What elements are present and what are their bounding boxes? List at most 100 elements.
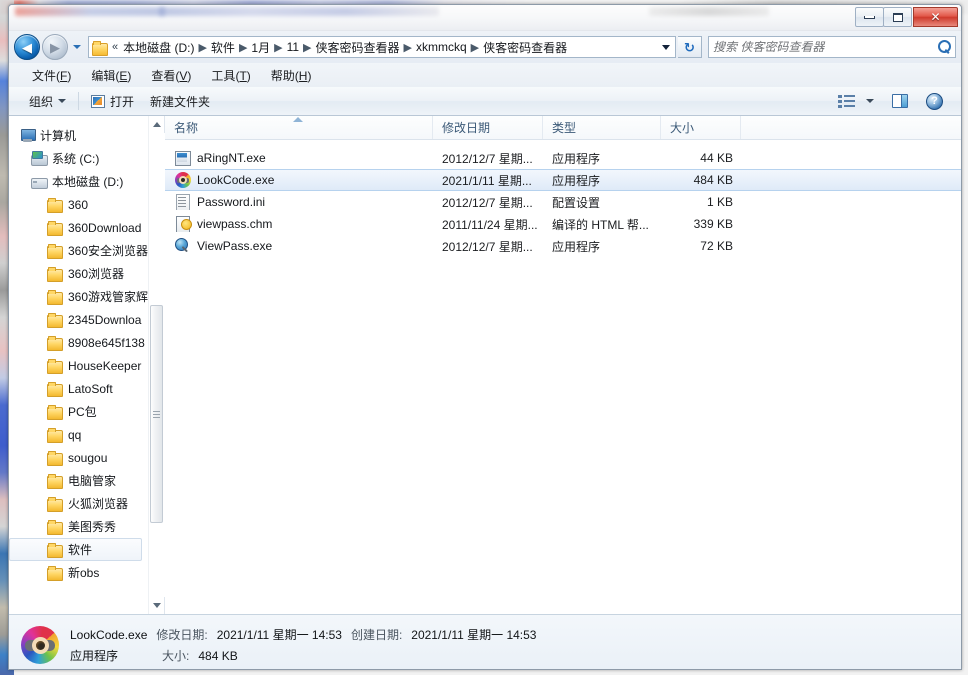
sidebar-item-6[interactable]: 360浏览器: [9, 262, 148, 285]
sidebar-item-label: 软件: [68, 543, 93, 557]
back-button[interactable]: ◀: [14, 34, 40, 60]
table-row[interactable]: ViewPass.exe 2012/12/7 星期... 应用程序 72 KB: [165, 235, 961, 257]
details-status-bar: LookCode.exe 修改日期: 2021/1/11 星期一 14:53 创…: [9, 614, 961, 669]
breadcrumb-separator-icon: ▶: [303, 41, 312, 54]
titlebar-background-blur-3: [649, 7, 769, 16]
colorful-eye-icon: [21, 626, 59, 664]
breadcrumb-segment[interactable]: xkmmckq: [416, 40, 467, 54]
scroll-down-button[interactable]: [149, 597, 165, 614]
sidebar-item-7[interactable]: 360游戏管家辉: [9, 285, 148, 308]
breadcrumb-segment[interactable]: 软件: [211, 39, 235, 56]
sidebar-item-4[interactable]: 360Download: [9, 216, 148, 239]
grip-icon: [152, 410, 160, 418]
command-separator: [78, 92, 80, 110]
cell-name: aRingNT.exe: [165, 150, 433, 166]
navigation-tree: 计算机 系统 (C:) 本地磁盘 (D:) 360 360Download 360安全浏览…: [9, 116, 148, 614]
sidebar-item-label: PC包: [68, 405, 97, 419]
column-header-name[interactable]: 名称: [165, 116, 433, 139]
forward-button[interactable]: ▶: [42, 34, 68, 60]
breadcrumb-overflow-icon[interactable]: «: [112, 41, 118, 53]
sort-ascending-icon: [293, 117, 303, 122]
sidebar-item-12[interactable]: PC包: [9, 400, 148, 423]
navigation-scrollbar[interactable]: [148, 116, 165, 614]
sidebar-item-5[interactable]: 360安全浏览器: [9, 239, 148, 262]
cell-date-label: 2012/12/7 星期...: [442, 239, 533, 254]
search-box[interactable]: [708, 36, 956, 58]
chevron-down-icon: [73, 45, 81, 49]
folder-icon: [47, 565, 63, 581]
menu-item-1[interactable]: 文件(F): [23, 64, 80, 87]
magnifier-globe-icon: [175, 238, 191, 254]
file-list-pane: 名称 修改日期 类型 大小 aRingNT.exe 2012/12/7 星期...…: [165, 116, 961, 614]
chevron-down-icon: [58, 99, 67, 103]
menu-item-accesskey: (F): [56, 68, 72, 83]
table-row[interactable]: aRingNT.exe 2012/12/7 星期... 应用程序 44 KB: [165, 147, 961, 169]
help-button[interactable]: ?: [918, 89, 951, 114]
details-created-value: 2021/1/11 星期一 14:53: [411, 628, 537, 642]
table-row[interactable]: LookCode.exe 2021/1/11 星期... 应用程序 484 KB: [165, 169, 961, 191]
sidebar-item-14[interactable]: sougou: [9, 446, 148, 469]
breadcrumb-dropdown-button[interactable]: [658, 37, 674, 57]
column-header-type[interactable]: 类型: [543, 116, 661, 139]
refresh-button[interactable]: ↻: [678, 36, 702, 58]
show-preview-pane-button[interactable]: [884, 90, 916, 112]
menu-item-label: 编辑: [91, 68, 116, 83]
menu-item-3[interactable]: 查看(V): [142, 64, 200, 87]
breadcrumb-segment[interactable]: 侠客密码查看器: [316, 39, 400, 56]
command-bar: 组织 打开 新建文件夹 ?: [9, 87, 961, 116]
breadcrumb-segment[interactable]: 11: [287, 40, 299, 54]
column-header-date-label: 修改日期: [442, 121, 491, 135]
sidebar-item-3[interactable]: 360: [9, 193, 148, 216]
sidebar-item-10[interactable]: HouseKeeper: [9, 354, 148, 377]
close-button[interactable]: ✕: [913, 7, 958, 27]
sidebar-item-9[interactable]: 8908e645f138: [9, 331, 148, 354]
cell-type-label: 应用程序: [552, 151, 601, 166]
column-header-date[interactable]: 修改日期: [433, 116, 543, 139]
sidebar-item-8[interactable]: 2345Downloa: [9, 308, 148, 331]
breadcrumb-segment[interactable]: 本地磁盘 (D:): [123, 39, 194, 56]
column-header-name-label: 名称: [174, 121, 199, 135]
explorer-window: ✕ ◀ ▶ « 本地磁盘 (D:) ▶ 软件 ▶ 1月 ▶ 11 ▶ 侠客密码查看器 ▶ xkmmc…: [8, 4, 962, 670]
change-view-button[interactable]: [830, 90, 882, 112]
new-folder-button[interactable]: 新建文件夹: [142, 89, 218, 114]
menu-item-2[interactable]: 编辑(E): [82, 64, 140, 87]
minimize-button[interactable]: [855, 7, 884, 27]
sidebar-item-11[interactable]: LatoSoft: [9, 377, 148, 400]
sidebar-item-label: 火狐浏览器: [68, 497, 129, 511]
sidebar-item-19[interactable]: 新obs: [9, 561, 148, 584]
column-header-size-label: 大小: [670, 121, 695, 135]
scrollbar-thumb[interactable]: [149, 305, 163, 523]
cell-date-label: 2012/12/7 星期...: [442, 195, 533, 210]
cell-type: 配置设置: [543, 194, 661, 211]
file-name-label: ViewPass.exe: [197, 239, 273, 253]
sidebar-item-18[interactable]: 软件: [9, 538, 142, 561]
sidebar-item-16[interactable]: 火狐浏览器: [9, 492, 148, 515]
menu-item-accesskey: (T): [235, 68, 251, 83]
breadcrumb-segment[interactable]: 1月: [251, 39, 270, 56]
drive-icon: [31, 174, 48, 189]
sidebar-item-2[interactable]: 本地磁盘 (D:): [9, 170, 148, 193]
folder-icon: [47, 197, 63, 213]
folder-icon: [47, 381, 63, 397]
menu-item-label: 文件: [32, 68, 57, 83]
sidebar-item-0[interactable]: 计算机: [9, 124, 148, 147]
sidebar-item-15[interactable]: 电脑管家: [9, 469, 148, 492]
column-header-size[interactable]: 大小: [661, 116, 741, 139]
sidebar-item-17[interactable]: 美图秀秀: [9, 515, 148, 538]
menu-item-4[interactable]: 工具(T): [202, 64, 259, 87]
breadcrumb-segment[interactable]: 侠客密码查看器: [483, 39, 567, 56]
sidebar-item-13[interactable]: qq: [9, 423, 148, 446]
breadcrumb[interactable]: « 本地磁盘 (D:) ▶ 软件 ▶ 1月 ▶ 11 ▶ 侠客密码查看器 ▶ xkmmckq ▶ 侠客密…: [88, 36, 676, 58]
scrollbar-track[interactable]: [148, 133, 165, 597]
menu-item-5[interactable]: 帮助(H): [262, 64, 321, 87]
table-row[interactable]: Password.ini 2012/12/7 星期... 配置设置 1 KB: [165, 191, 961, 213]
recent-locations-button[interactable]: [70, 34, 84, 60]
organize-button[interactable]: 组织: [21, 89, 74, 114]
search-input[interactable]: [713, 40, 937, 54]
scroll-up-button[interactable]: [149, 116, 165, 133]
sidebar-item-1[interactable]: 系统 (C:): [9, 147, 148, 170]
table-row[interactable]: viewpass.chm 2011/11/24 星期... 编译的 HTML 帮..…: [165, 213, 961, 235]
maximize-restore-button[interactable]: [883, 7, 912, 27]
open-button[interactable]: 打开: [83, 89, 142, 114]
cell-name: ViewPass.exe: [165, 238, 433, 254]
